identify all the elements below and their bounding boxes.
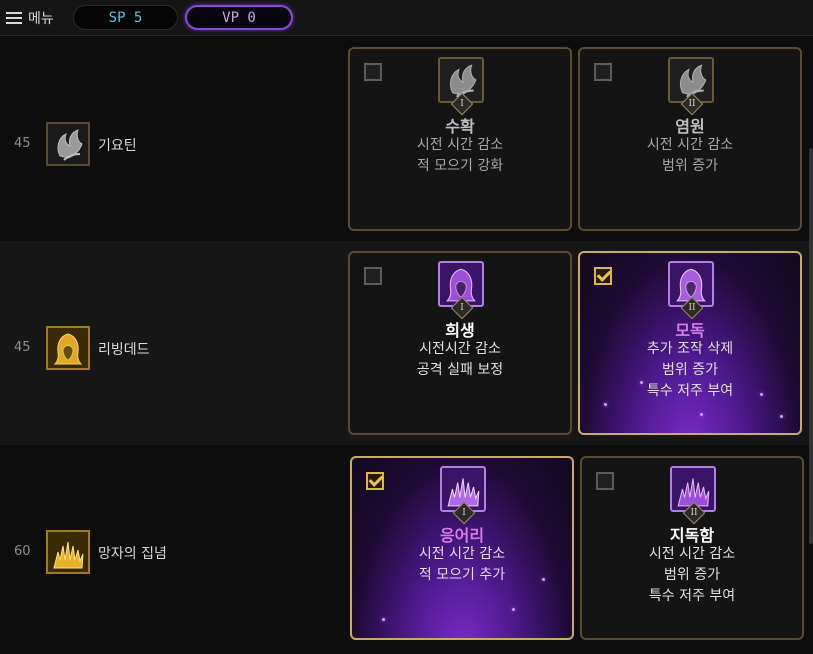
hooded-figure-icon bbox=[46, 326, 90, 370]
option-card-blasphemy[interactable]: II 모독 추가 조작 삭제 범위 증가 특수 저주 부여 bbox=[578, 251, 802, 435]
option-card-tenacity[interactable]: II 지독함 시전 시간 감소 범위 증가 특수 저주 부여 bbox=[580, 456, 804, 640]
option-title: 수확 bbox=[445, 117, 475, 136]
skill-level: 45 bbox=[14, 136, 31, 151]
option-title: 지독함 bbox=[669, 526, 715, 545]
flame-claw-icon bbox=[46, 122, 90, 166]
option-checkbox[interactable] bbox=[596, 472, 614, 490]
option-description: 시전 시간 감소 범위 증가 bbox=[646, 137, 734, 174]
grasping-hands-icon bbox=[46, 530, 90, 574]
option-checkbox[interactable] bbox=[364, 267, 382, 285]
option-title: 모독 bbox=[675, 321, 705, 340]
option-card-sacrifice[interactable]: I 희생 시전시간 감소 공격 실패 보정 bbox=[348, 251, 572, 435]
skill-level: 60 bbox=[14, 544, 31, 559]
option-title: 응어리 bbox=[439, 526, 485, 545]
hooded-figure-icon: II bbox=[668, 261, 714, 320]
option-title: 염원 bbox=[675, 117, 705, 136]
menu-label: 메뉴 bbox=[28, 11, 54, 27]
skill-row-guillotine: 45 기요틴 I 수확 시전 시간 감소 적 모으기 강화 II 염원 시전 시… bbox=[0, 37, 813, 241]
grasping-hands-icon: II bbox=[670, 466, 716, 525]
option-checkbox[interactable] bbox=[364, 63, 382, 81]
option-checkbox[interactable] bbox=[366, 472, 384, 490]
scrollbar[interactable] bbox=[809, 148, 813, 544]
skill-row-living-dead: 45 리빙데드 I 희생 시전시간 감소 공격 실패 보정 II 모독 추가 조… bbox=[0, 241, 813, 445]
option-card-wish[interactable]: II 염원 시전 시간 감소 범위 증가 bbox=[578, 47, 802, 231]
hamburger-icon bbox=[6, 12, 22, 24]
option-description: 시전시간 감소 공격 실패 보정 bbox=[416, 341, 504, 378]
top-bar: 메뉴 SP 5 VP 0 bbox=[0, 0, 813, 36]
option-description: 추가 조작 삭제 범위 증가 특수 저주 부여 bbox=[646, 341, 734, 399]
skill-row-obsession-of-the-dead: 60 망자의 집념 I 응어리 시전 시간 감소 적 모으기 추가 II 지독함… bbox=[0, 445, 813, 654]
option-title: 희생 bbox=[445, 321, 475, 340]
option-card-harvest[interactable]: I 수확 시전 시간 감소 적 모으기 강화 bbox=[348, 47, 572, 231]
skill-name: 망자의 집념 bbox=[98, 546, 167, 562]
grasping-hands-icon: I bbox=[440, 466, 486, 525]
option-checkbox[interactable] bbox=[594, 63, 612, 81]
sp-counter: SP 5 bbox=[73, 5, 178, 30]
skill-level: 45 bbox=[14, 340, 31, 355]
option-description: 시전 시간 감소 적 모으기 추가 bbox=[418, 546, 506, 583]
flame-claw-icon: II bbox=[668, 57, 714, 116]
vp-counter[interactable]: VP 0 bbox=[185, 5, 293, 30]
skill-name: 기요틴 bbox=[98, 138, 137, 154]
option-description: 시전 시간 감소 적 모으기 강화 bbox=[416, 137, 504, 174]
option-card-grudge[interactable]: I 응어리 시전 시간 감소 적 모으기 추가 bbox=[350, 456, 574, 640]
option-description: 시전 시간 감소 범위 증가 특수 저주 부여 bbox=[648, 546, 736, 604]
option-checkbox[interactable] bbox=[594, 267, 612, 285]
flame-claw-icon: I bbox=[438, 57, 484, 116]
hooded-figure-icon: I bbox=[438, 261, 484, 320]
menu-button[interactable]: 메뉴 bbox=[6, 6, 54, 30]
skill-name: 리빙데드 bbox=[98, 342, 150, 358]
